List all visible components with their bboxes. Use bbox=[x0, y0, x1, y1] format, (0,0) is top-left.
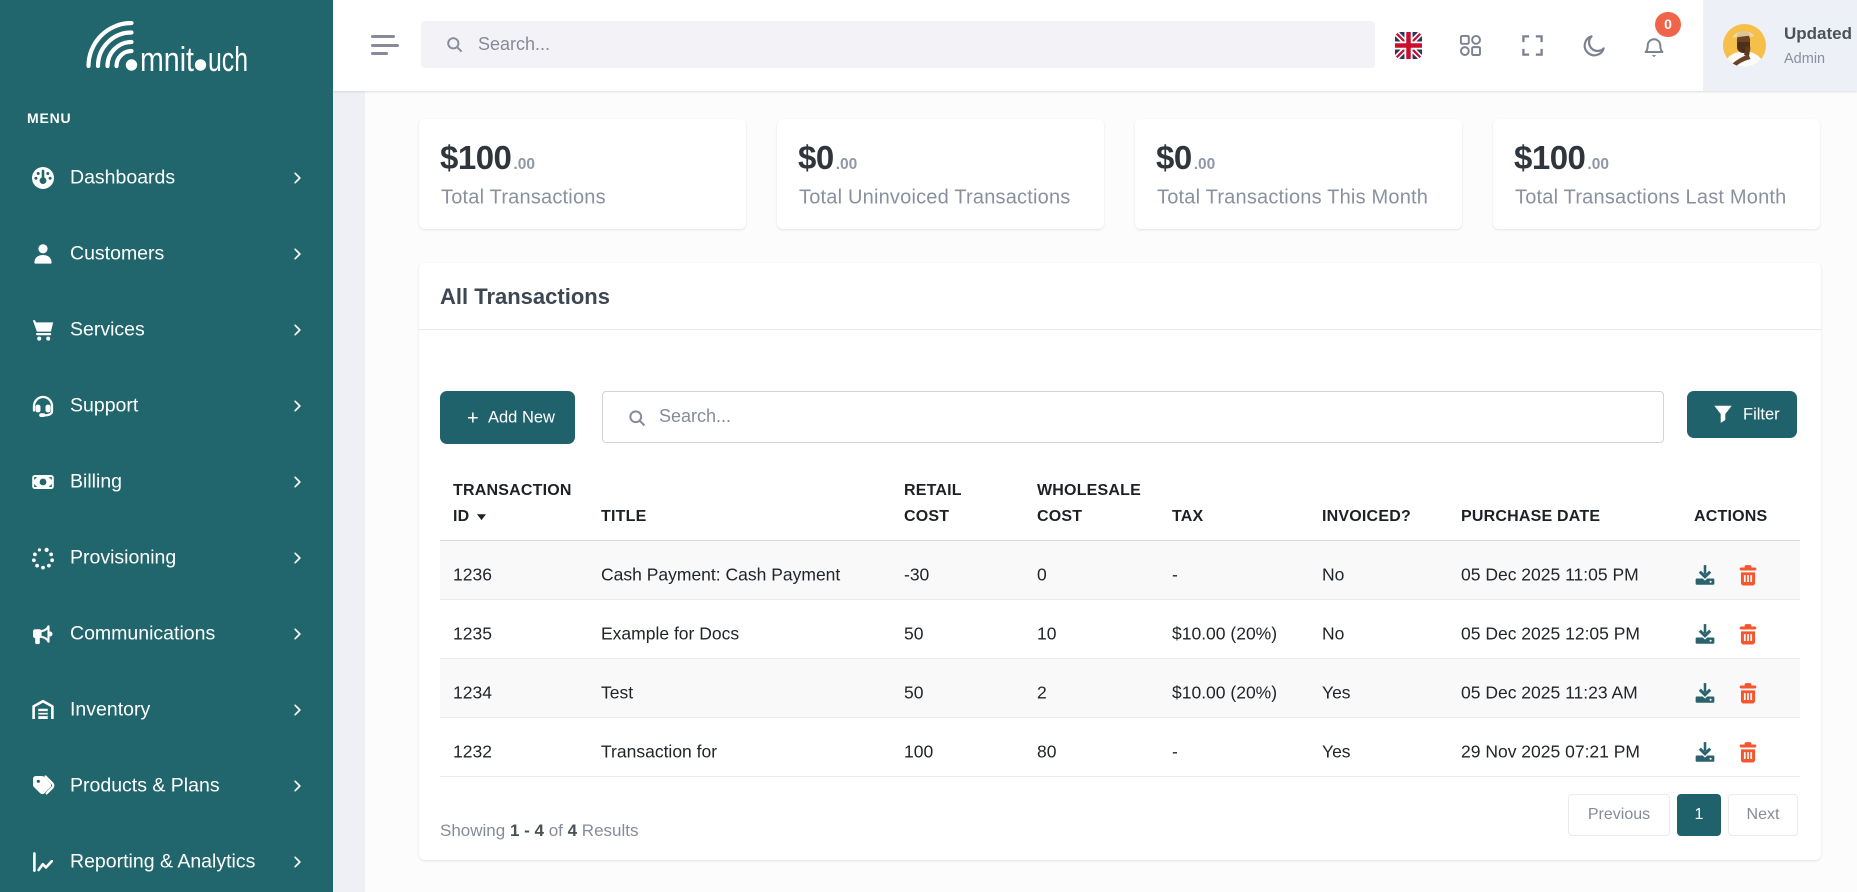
svg-text:uch: uch bbox=[208, 41, 248, 77]
svg-text:mnit: mnit bbox=[140, 41, 194, 77]
